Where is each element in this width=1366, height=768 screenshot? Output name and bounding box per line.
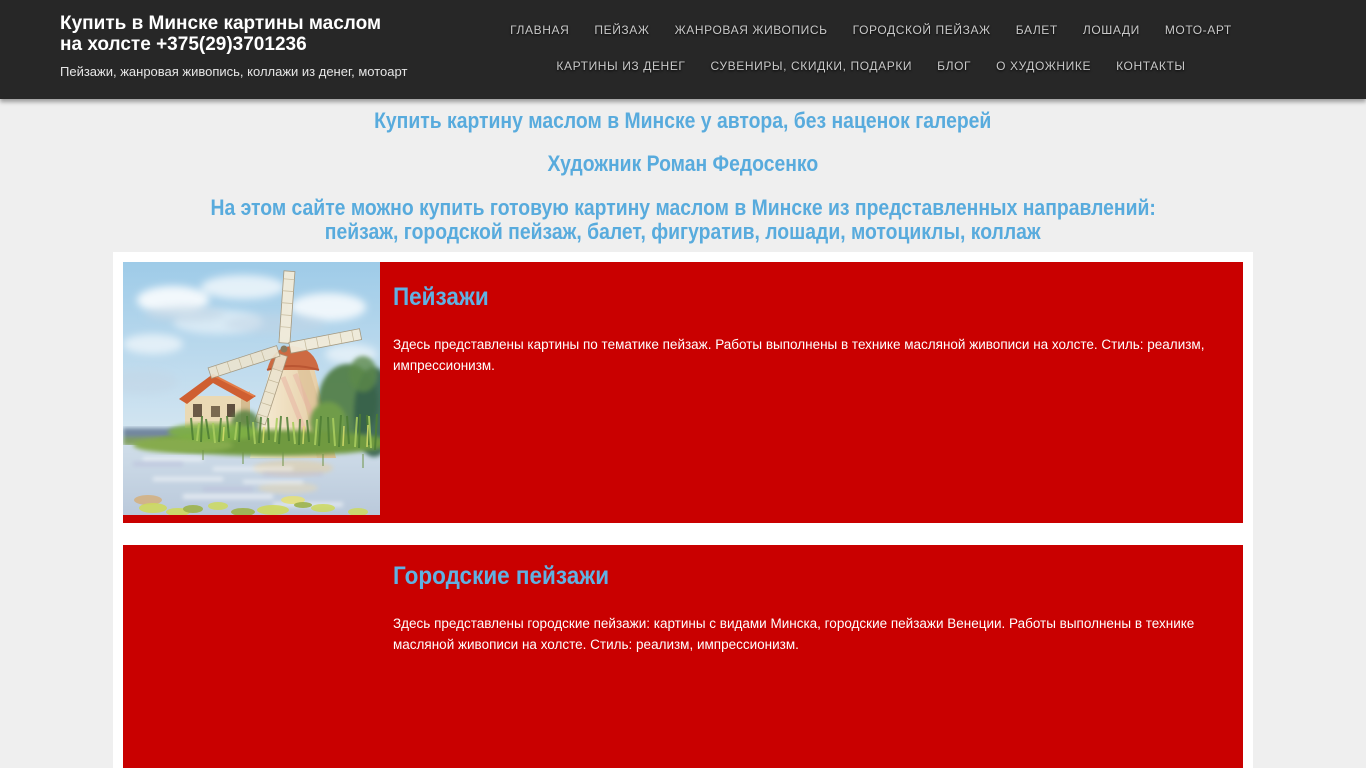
- site-tagline: Пейзажи, жанровая живопись, коллажи из д…: [60, 64, 408, 79]
- intro-heading-directions: На этом сайте можно купить готовую карти…: [0, 196, 1366, 244]
- nav-item-souvenirs-discounts-gifts[interactable]: СУВЕНИРЫ, СКИДКИ, ПОДАРКИ: [711, 54, 913, 78]
- main-nav: ГЛАВНАЯ ПЕЙЗАЖ ЖАНРОВАЯ ЖИВОПИСЬ ГОРОДСК…: [500, 18, 1242, 78]
- intro-heading-buy-text: Купить картину маслом в Минске у автора,…: [374, 108, 992, 133]
- content-area: Пейзажи Здесь представлены картины по те…: [113, 252, 1253, 768]
- nav-item-money-paintings[interactable]: КАРТИНЫ ИЗ ДЕНЕГ: [556, 54, 685, 78]
- category-description-cityscapes: Здесь представлены городские пейзажи: ка…: [393, 616, 1195, 652]
- category-title-cityscapes[interactable]: Городские пейзажи: [393, 562, 609, 591]
- nav-item-ballet[interactable]: БАЛЕТ: [1016, 18, 1058, 42]
- intro-heading-directions-line2: пейзаж, городской пейзаж, балет, фигурат…: [325, 219, 1041, 244]
- nav-item-about-artist[interactable]: О ХУДОЖНИКЕ: [996, 54, 1091, 78]
- nav-item-blog[interactable]: БЛОГ: [937, 54, 971, 78]
- category-card-landscapes: Пейзажи Здесь представлены картины по те…: [123, 262, 1243, 523]
- nav-row-1: ГЛАВНАЯ ПЕЙЗАЖ ЖАНРОВАЯ ЖИВОПИСЬ ГОРОДСК…: [500, 18, 1242, 42]
- nav-item-landscape[interactable]: ПЕЙЗАЖ: [594, 18, 649, 42]
- category-card-cityscapes: Городские пейзажи Здесь представлены гор…: [123, 545, 1243, 768]
- nav-item-moto-art[interactable]: МОТО-АРТ: [1165, 18, 1232, 42]
- intro-heading-buy: Купить картину маслом в Минске у автора,…: [0, 109, 1366, 133]
- card-body-landscapes: Пейзажи Здесь представлены картины по те…: [393, 262, 1243, 376]
- windmill-painting-link[interactable]: [123, 262, 380, 515]
- intro-heading-artist: Художник Роман Федосенко: [0, 152, 1366, 176]
- intro-heading-directions-line1: На этом сайте можно купить готовую карти…: [210, 195, 1156, 220]
- windmill-painting-svg: [123, 262, 380, 515]
- category-title-landscapes[interactable]: Пейзажи: [393, 283, 489, 312]
- nav-row-2: КАРТИНЫ ИЗ ДЕНЕГ СУВЕНИРЫ, СКИДКИ, ПОДАР…: [500, 54, 1242, 78]
- site-title-line2: на холсте +375(29)3701236: [60, 34, 307, 55]
- site-branding[interactable]: Купить в Минске картины маслом на холсте …: [60, 13, 450, 79]
- nav-item-home[interactable]: ГЛАВНАЯ: [510, 18, 569, 42]
- site-title: Купить в Минске картины маслом на холсте …: [60, 13, 450, 55]
- nav-item-genre-painting[interactable]: ЖАНРОВАЯ ЖИВОПИСЬ: [675, 18, 828, 42]
- site-header: Купить в Минске картины маслом на холсте …: [0, 0, 1366, 99]
- site-title-line1: Купить в Минске картины маслом: [60, 13, 382, 34]
- intro-section: Купить картину маслом в Минске у автора,…: [0, 99, 1366, 244]
- nav-item-cityscape[interactable]: ГОРОДСКОЙ ПЕЙЗАЖ: [853, 18, 991, 42]
- nav-item-contacts[interactable]: КОНТАКТЫ: [1116, 54, 1186, 78]
- nav-item-horses[interactable]: ЛОШАДИ: [1083, 18, 1140, 42]
- intro-heading-artist-text: Художник Роман Федосенко: [547, 151, 819, 176]
- card-body-cityscapes: Городские пейзажи Здесь представлены гор…: [393, 545, 1243, 655]
- category-description-landscapes: Здесь представлены картины по тематике п…: [393, 337, 1205, 373]
